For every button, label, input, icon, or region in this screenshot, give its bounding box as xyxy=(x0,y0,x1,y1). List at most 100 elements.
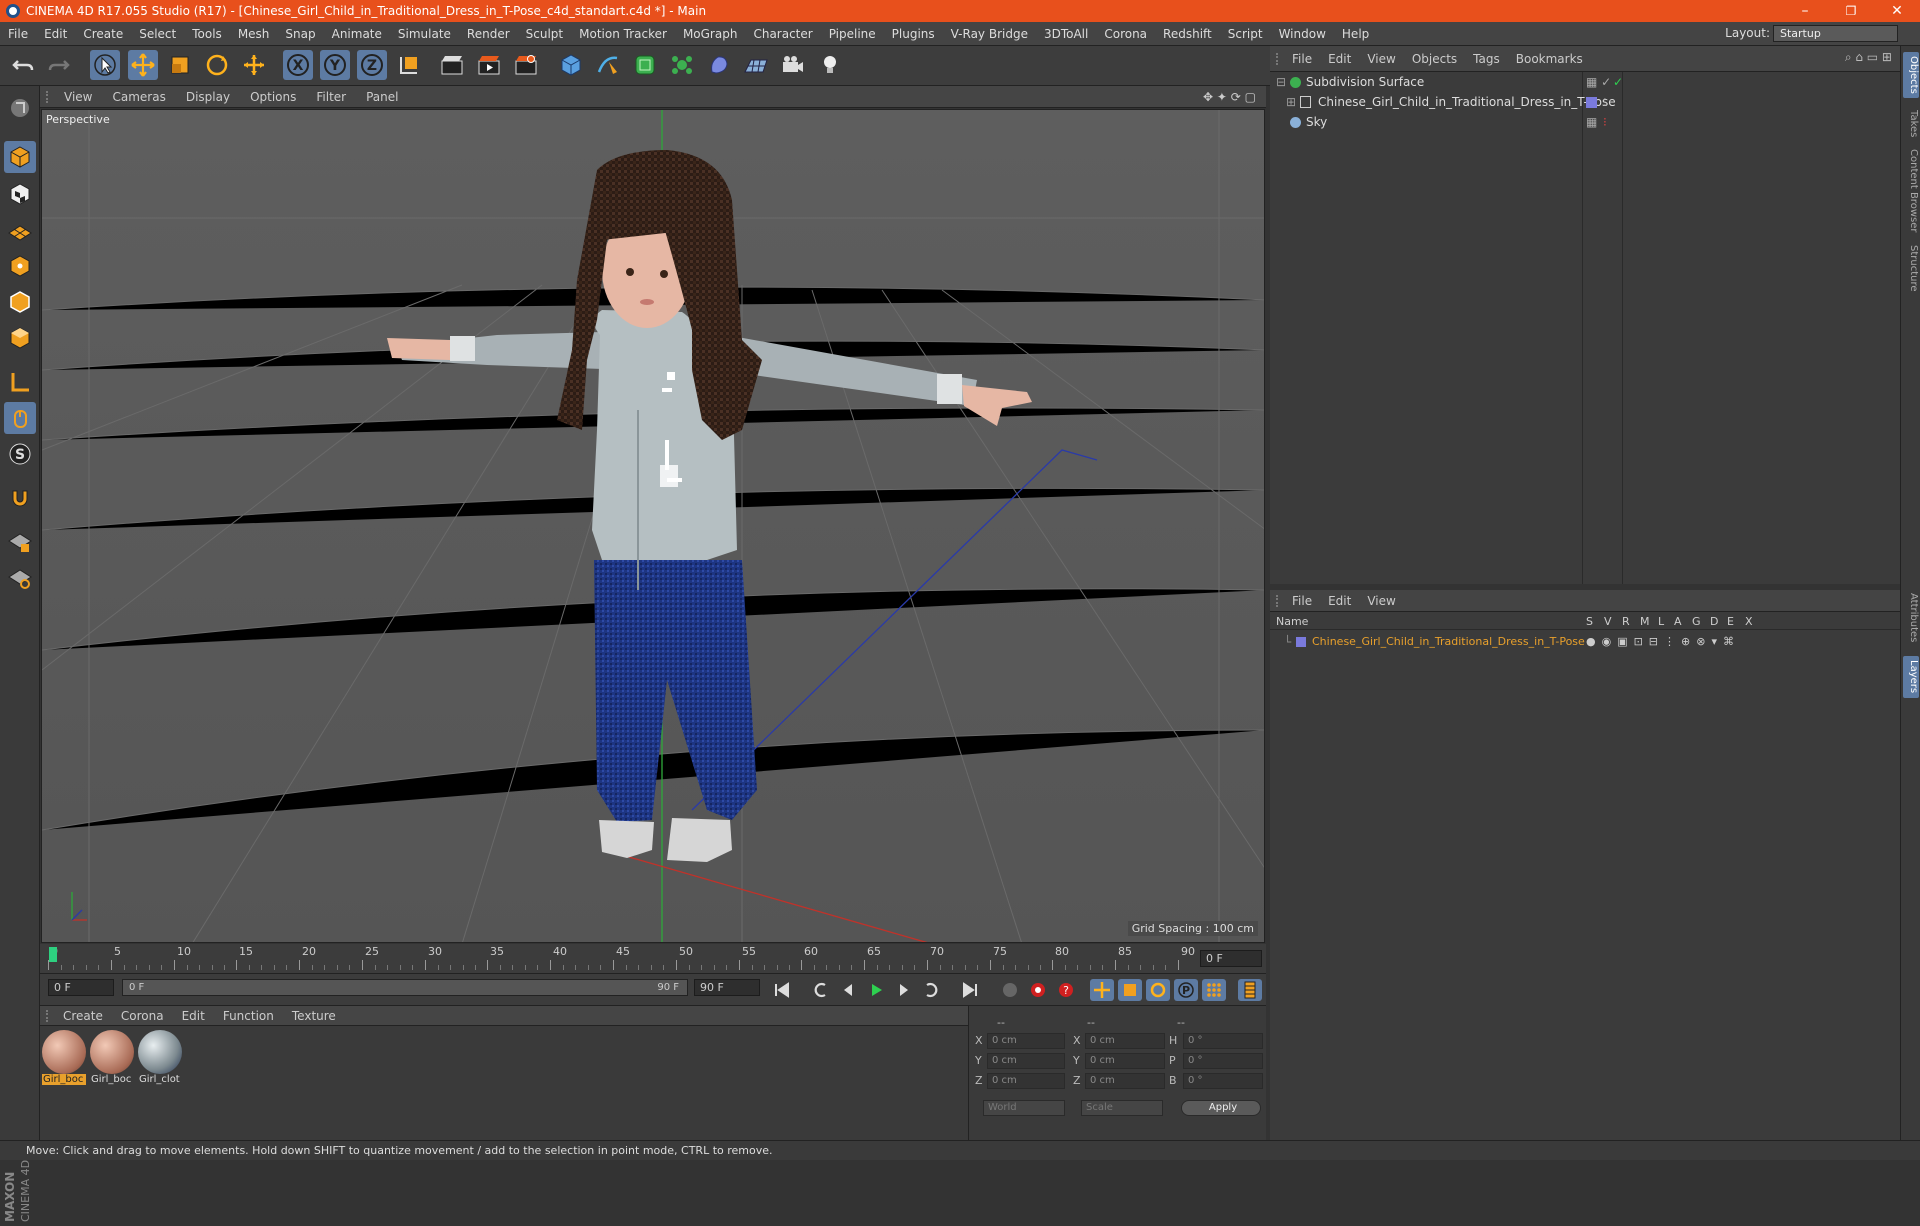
workplane-mode-button[interactable] xyxy=(4,214,36,246)
layer-col-render[interactable]: R xyxy=(1622,614,1630,630)
object-visibility-icons[interactable]: ▦ ✓ xyxy=(1586,72,1611,92)
menu-3dtoall[interactable]: 3DToAll xyxy=(1036,27,1096,41)
minimize-button[interactable]: – xyxy=(1782,0,1828,22)
scale-select[interactable]: Scale xyxy=(1081,1100,1163,1116)
render-settings-button[interactable] xyxy=(511,50,541,80)
layer-menu-file[interactable]: File xyxy=(1284,594,1320,608)
viewport-menu-panel[interactable]: Panel xyxy=(356,90,408,104)
object-visibility-icons[interactable]: ▦ xyxy=(1586,112,1597,132)
object-menu-view[interactable]: View xyxy=(1359,52,1403,66)
layer-col-solo[interactable]: S xyxy=(1586,614,1593,630)
menu-create[interactable]: Create xyxy=(75,27,131,41)
playhead-marker[interactable] xyxy=(49,947,57,962)
points-mode-button[interactable] xyxy=(4,250,36,282)
edges-mode-button[interactable] xyxy=(4,286,36,318)
redo-button[interactable] xyxy=(44,50,74,80)
z-axis-button[interactable]: Z xyxy=(357,50,387,80)
menu-render[interactable]: Render xyxy=(459,27,518,41)
coordinate-system-button[interactable] xyxy=(394,50,424,80)
point-level-key-button[interactable] xyxy=(1202,979,1226,1001)
layer-flag-icons[interactable]: ●◉▣⊡⊟⋮⊕⊗▾⌘ xyxy=(1586,632,1740,652)
subdivision-surface-button[interactable] xyxy=(630,50,660,80)
menu-motion-tracker[interactable]: Motion Tracker xyxy=(571,27,675,41)
rotation-key-button[interactable] xyxy=(1146,979,1170,1001)
next-frame-button[interactable] xyxy=(892,979,916,1001)
play-button[interactable] xyxy=(864,979,888,1001)
y-axis-button[interactable]: Y xyxy=(320,50,350,80)
layer-col-lock[interactable]: L xyxy=(1658,614,1664,630)
object-menu-objects[interactable]: Objects xyxy=(1404,52,1465,66)
rotation-h-field[interactable]: 0 ° xyxy=(1183,1033,1263,1049)
layer-col-deformers[interactable]: D xyxy=(1710,614,1718,630)
move-tool-button[interactable] xyxy=(128,50,158,80)
layer-col-generators[interactable]: G xyxy=(1692,614,1701,630)
object-row-sky[interactable]: Sky ▦ ⁝ xyxy=(1270,112,1900,132)
perspective-viewport[interactable]: Perspective Grid Spacing : 100 cm xyxy=(41,109,1265,943)
record-keys-button[interactable] xyxy=(998,979,1022,1001)
layer-menu-edit[interactable]: Edit xyxy=(1320,594,1359,608)
position-x-field[interactable]: 0 cm xyxy=(987,1033,1065,1049)
layout-select[interactable]: Startup xyxy=(1773,25,1898,42)
check-icon[interactable]: ✓ xyxy=(1613,72,1623,92)
material-menu-function[interactable]: Function xyxy=(214,1009,283,1023)
viewport-menu-options[interactable]: Options xyxy=(240,90,306,104)
render-picture-viewer-button[interactable] xyxy=(474,50,504,80)
make-editable-button[interactable] xyxy=(4,92,36,124)
tab-takes[interactable]: Takes xyxy=(1903,106,1919,142)
model-mode-button[interactable] xyxy=(4,141,36,173)
size-z-field[interactable]: 0 cm xyxy=(1085,1073,1165,1089)
layer-color-swatch[interactable] xyxy=(1586,97,1597,108)
tab-content-browser[interactable]: Content Browser xyxy=(1903,148,1919,234)
layer-col-animation[interactable]: A xyxy=(1674,614,1682,630)
previous-frame-button[interactable] xyxy=(836,979,860,1001)
menu-script[interactable]: Script xyxy=(1220,27,1271,41)
layer-row[interactable]: └ Chinese_Girl_Child_in_Traditional_Dres… xyxy=(1270,632,1900,652)
tweak-mode-button[interactable] xyxy=(4,402,36,434)
menu-character[interactable]: Character xyxy=(745,27,820,41)
position-z-field[interactable]: 0 cm xyxy=(987,1073,1065,1089)
layer-col-manager[interactable]: M xyxy=(1640,614,1650,630)
deformer-button[interactable] xyxy=(704,50,734,80)
previous-key-button[interactable] xyxy=(808,979,832,1001)
mograph-cloner-button[interactable] xyxy=(667,50,697,80)
layer-name[interactable]: Chinese_Girl_Child_in_Traditional_Dress_… xyxy=(1312,632,1585,652)
material-swatch[interactable]: Girl_boc xyxy=(42,1030,86,1090)
position-key-button[interactable] xyxy=(1090,979,1114,1001)
menu-mograph[interactable]: MoGraph xyxy=(675,27,746,41)
texture-mode-button[interactable] xyxy=(4,178,36,210)
parameter-key-button[interactable]: P xyxy=(1174,979,1198,1001)
position-y-field[interactable]: 0 cm xyxy=(987,1053,1065,1069)
menu-help[interactable]: Help xyxy=(1334,27,1377,41)
go-to-end-button[interactable] xyxy=(958,979,982,1001)
viewport-menu-cameras[interactable]: Cameras xyxy=(102,90,175,104)
menu-simulate[interactable]: Simulate xyxy=(390,27,459,41)
layer-col-expressions[interactable]: E xyxy=(1727,614,1734,630)
cube-primitive-button[interactable] xyxy=(556,50,586,80)
tab-layers[interactable]: Layers xyxy=(1903,656,1919,698)
scale-tool-button[interactable] xyxy=(165,50,195,80)
material-menu-corona[interactable]: Corona xyxy=(112,1009,173,1023)
spline-pen-button[interactable] xyxy=(593,50,623,80)
rotation-b-field[interactable]: 0 ° xyxy=(1183,1073,1263,1089)
planar-workplane-button[interactable] xyxy=(4,562,36,594)
collapse-toggle-icon[interactable]: ⊟ xyxy=(1276,72,1286,92)
current-frame-field[interactable]: 0 F xyxy=(1200,950,1262,967)
visibility-dots-icon[interactable]: ⁝ xyxy=(1603,112,1607,132)
menu-sculpt[interactable]: Sculpt xyxy=(518,27,571,41)
expand-toggle-icon[interactable]: ⊞ xyxy=(1286,92,1296,112)
x-axis-button[interactable]: X xyxy=(283,50,313,80)
rotate-tool-button[interactable] xyxy=(202,50,232,80)
object-manager-search-home-icons[interactable]: ⌕ ⌂ ▭ ⊞ xyxy=(1845,50,1892,65)
render-view-button[interactable] xyxy=(437,50,467,80)
close-button[interactable]: ✕ xyxy=(1874,0,1920,22)
menu-window[interactable]: Window xyxy=(1271,27,1334,41)
end-frame-field[interactable]: 90 F xyxy=(694,979,760,996)
material-menu-texture[interactable]: Texture xyxy=(283,1009,345,1023)
locked-workplane-button[interactable] xyxy=(4,526,36,558)
viewport-menu-display[interactable]: Display xyxy=(176,90,240,104)
viewport-navigation-icons[interactable]: ✥ ✦ ⟳ ▢ xyxy=(1203,90,1256,104)
material-menu-create[interactable]: Create xyxy=(54,1009,112,1023)
layer-color-swatch[interactable] xyxy=(1296,637,1306,647)
menu-select[interactable]: Select xyxy=(131,27,184,41)
size-y-field[interactable]: 0 cm xyxy=(1085,1053,1165,1069)
